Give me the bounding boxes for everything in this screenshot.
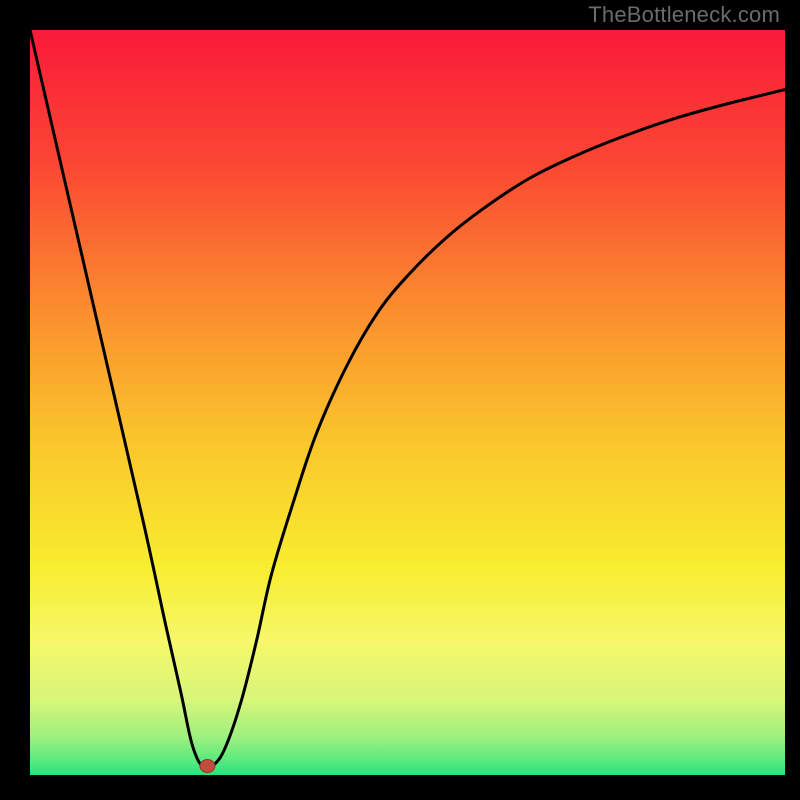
watermark-text: TheBottleneck.com (588, 2, 780, 28)
plot-background (30, 30, 785, 775)
minimum-marker (200, 760, 215, 773)
bottleneck-chart (0, 0, 800, 800)
chart-frame: TheBottleneck.com (0, 0, 800, 800)
